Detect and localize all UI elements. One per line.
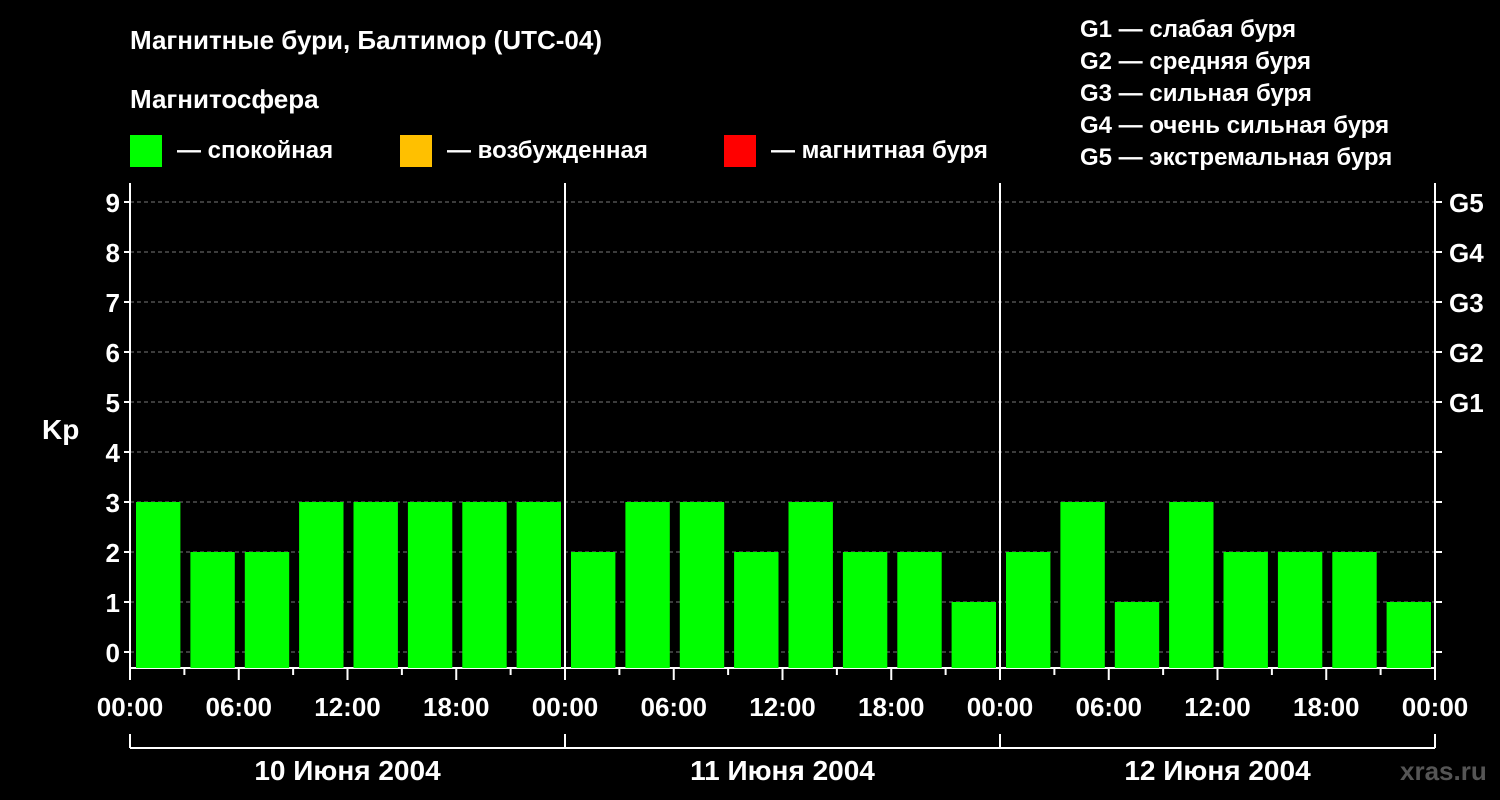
y-tick-label: 9 xyxy=(106,188,120,218)
legend-label-storm: — магнитная буря xyxy=(771,137,988,164)
kp-bar xyxy=(407,502,453,668)
kp-bar xyxy=(190,552,235,668)
legend-title: Магнитосфера xyxy=(130,84,319,114)
kp-bar xyxy=(951,602,996,668)
storm-scale-g5: G5 — экстремальная буря xyxy=(1080,144,1392,171)
kp-bar xyxy=(1114,602,1160,668)
kp-bar xyxy=(1060,502,1105,668)
kp-bar xyxy=(136,502,181,668)
y-tick-label: 6 xyxy=(106,338,120,368)
storm-level-label: G3 xyxy=(1449,288,1484,318)
y-tick-label: 2 xyxy=(106,538,120,568)
storm-scale-list: G1 — слабая буря G2 — средняя буря G3 — … xyxy=(1080,16,1392,171)
day-label: 12 Июня 2004 xyxy=(1124,755,1311,786)
y-axis-label: Kp xyxy=(42,414,79,445)
kp-bar xyxy=(1006,552,1051,668)
kp-bar xyxy=(1386,602,1431,668)
kp-bar xyxy=(462,502,507,668)
kp-bar xyxy=(1277,552,1323,668)
kp-bar xyxy=(571,552,616,668)
kp-bar xyxy=(679,502,725,668)
x-tick-label: 06:00 xyxy=(1076,692,1143,722)
y-tick-label: 5 xyxy=(106,388,120,418)
chart-title: Магнитные бури, Балтимор (UTC-04) xyxy=(130,25,602,55)
x-tick-label: 00:00 xyxy=(532,692,599,722)
x-tick-label: 12:00 xyxy=(314,692,381,722)
y-tick-label: 1 xyxy=(106,588,120,618)
legend-label-disturbed: — возбужденная xyxy=(447,137,648,164)
storm-scale-g2: G2 — средняя буря xyxy=(1080,48,1311,75)
kp-bar xyxy=(897,552,942,668)
x-tick-label: 18:00 xyxy=(858,692,925,722)
x-tick-label: 12:00 xyxy=(1184,692,1251,722)
watermark: xras.ru xyxy=(1400,756,1487,786)
x-tick-label: 00:00 xyxy=(967,692,1034,722)
y-tick-label: 8 xyxy=(106,238,120,268)
legend-swatch-disturbed xyxy=(400,135,432,167)
kp-bar xyxy=(842,552,888,668)
x-tick-label: 18:00 xyxy=(423,692,490,722)
kp-bar xyxy=(1169,502,1214,668)
y-tick-label: 4 xyxy=(106,438,121,468)
storm-scale-g3: G3 — сильная буря xyxy=(1080,80,1312,107)
day-label: 10 Июня 2004 xyxy=(254,755,441,786)
x-tick-label: 18:00 xyxy=(1293,692,1360,722)
x-tick-label: 06:00 xyxy=(641,692,708,722)
kp-bar xyxy=(516,502,561,668)
y-tick-label: 7 xyxy=(106,288,120,318)
storm-level-label: G5 xyxy=(1449,188,1484,218)
legend-swatch-quiet xyxy=(130,135,162,167)
kp-bar xyxy=(1223,552,1268,668)
y-tick-label: 3 xyxy=(106,488,120,518)
storm-scale-g1: G1 — слабая буря xyxy=(1080,16,1296,43)
y-tick-label: 0 xyxy=(106,638,120,668)
legend-label-quiet: — спокойная xyxy=(177,137,333,164)
day-label: 11 Июня 2004 xyxy=(690,755,875,786)
x-tick-label: 12:00 xyxy=(749,692,816,722)
magnetic-storm-chart: Магнитные бури, Балтимор (UTC-04) Магнит… xyxy=(42,16,1487,786)
storm-level-label: G4 xyxy=(1449,238,1484,268)
kp-bar xyxy=(788,502,833,668)
x-tick-label: 00:00 xyxy=(1402,692,1469,722)
x-tick-label: 00:00 xyxy=(97,692,164,722)
kp-bar xyxy=(299,502,344,668)
legend: — спокойная — возбужденная — магнитная б… xyxy=(130,135,988,167)
x-tick-label: 06:00 xyxy=(206,692,273,722)
kp-bar xyxy=(353,502,398,668)
storm-scale-g4: G4 — очень сильная буря xyxy=(1080,112,1389,139)
kp-bar xyxy=(625,502,670,668)
storm-level-label: G1 xyxy=(1449,388,1484,418)
plot-area: 0 1 2 3 4 5 6 7 8 9 G1 G2 G3 G4 G5 00:00 06:00 12:00 18:00… xyxy=(97,183,1484,786)
kp-bar xyxy=(244,552,290,668)
storm-level-label: G2 xyxy=(1449,338,1484,368)
kp-bar xyxy=(1332,552,1377,668)
legend-swatch-storm xyxy=(724,135,756,167)
kp-bar xyxy=(734,552,779,668)
